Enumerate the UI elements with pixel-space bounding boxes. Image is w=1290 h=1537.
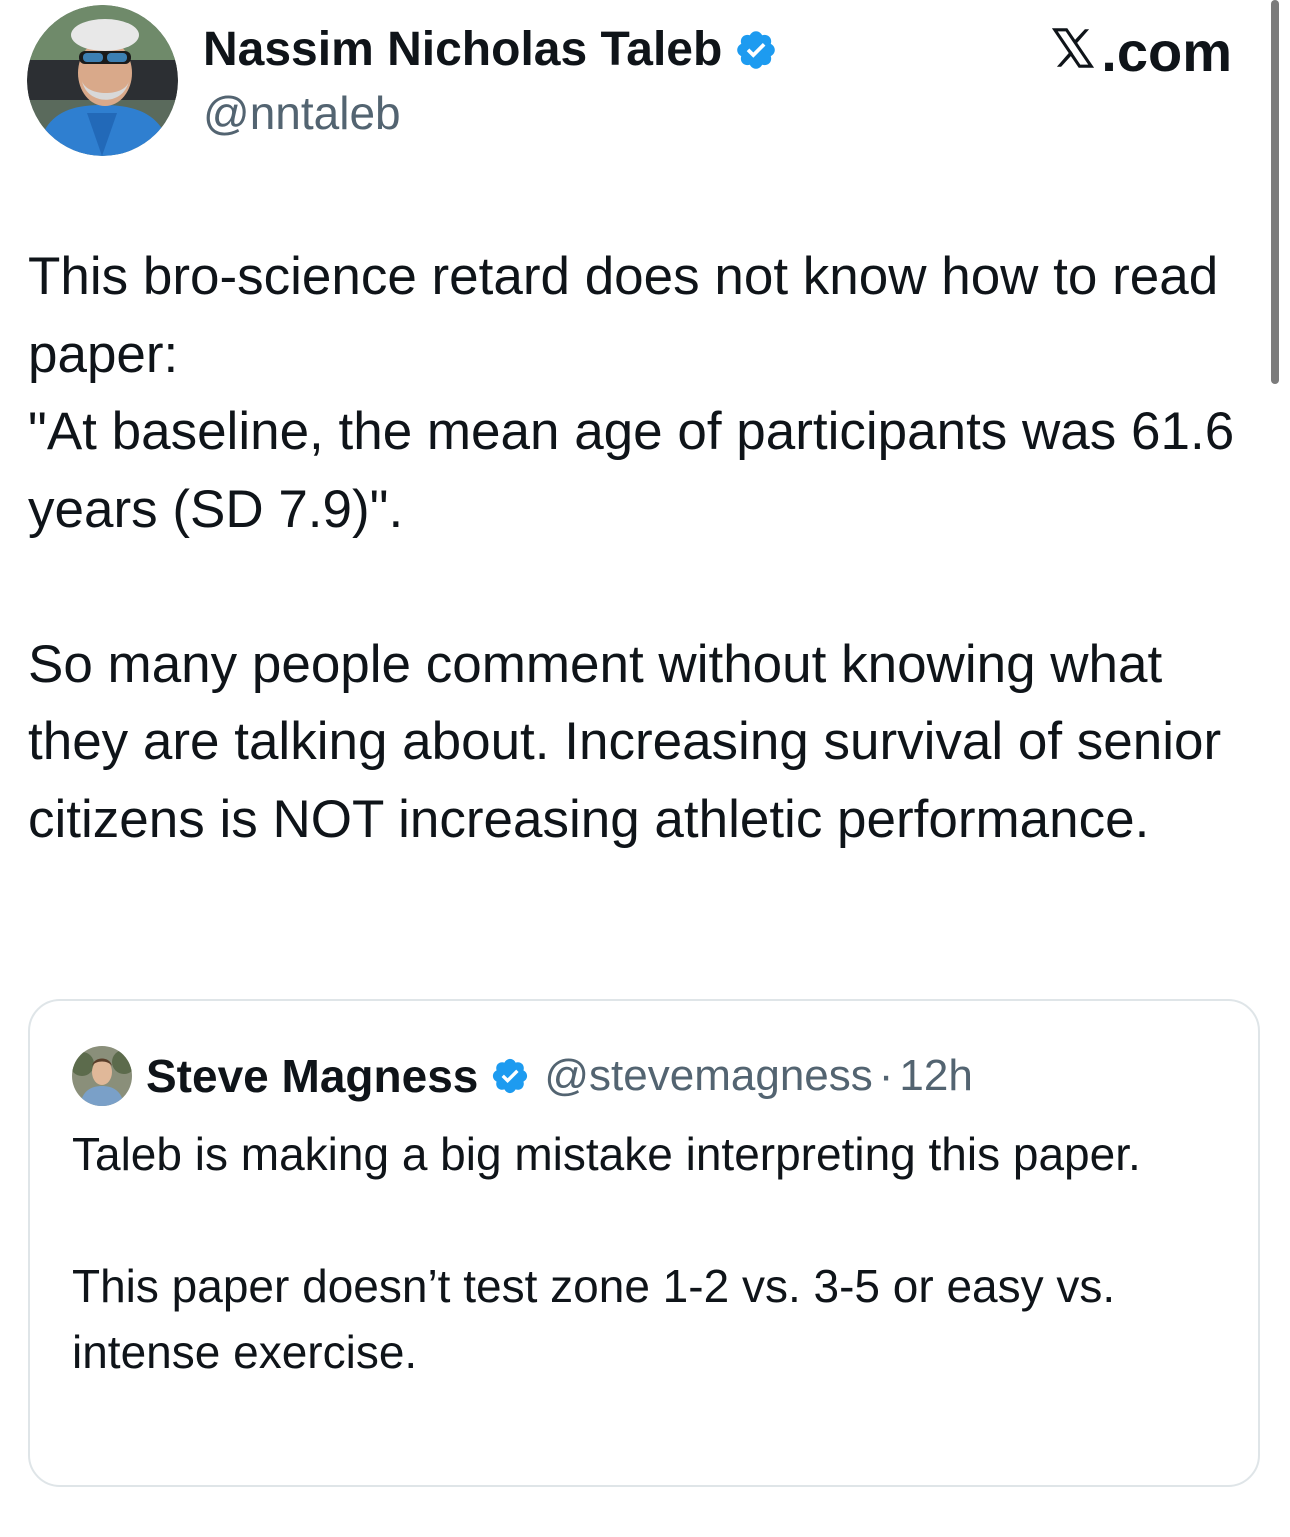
author-handle[interactable]: @nntaleb	[203, 84, 401, 142]
tweet-text: This bro-science retard does not know ho…	[28, 238, 1253, 858]
tweet-paragraph: So many people comment without knowing w…	[28, 634, 1222, 849]
quoted-tweet-paragraph: Taleb is making a big mistake interpreti…	[72, 1128, 1141, 1180]
quoted-author-handle[interactable]: @stevemagness	[544, 1047, 872, 1105]
site-logo: .com	[1049, 20, 1232, 84]
author-name-row: Nassim Nicholas Taleb	[203, 20, 778, 80]
tweet-quote-line: "At baseline, the mean age of participan…	[28, 402, 1235, 539]
quoted-tweet-text: Taleb is making a big mistake interpreti…	[72, 1121, 1222, 1385]
verified-badge-icon	[493, 1058, 528, 1094]
quoted-tweet-paragraph: This paper doesn’t test zone 1-2 vs. 3-5…	[72, 1260, 1116, 1378]
x-logo-icon	[1052, 28, 1095, 68]
author-name[interactable]: Nassim Nicholas Taleb	[203, 20, 722, 80]
tweet-paragraph: This bro-science retard does not know ho…	[28, 247, 1219, 384]
quoted-tweet-card[interactable]: Steve Magness @stevemagness · 12h Taleb …	[28, 999, 1260, 1487]
quoted-tweet-timestamp[interactable]: 12h	[899, 1047, 972, 1105]
separator-dot: ·	[878, 1051, 894, 1100]
author-avatar[interactable]	[27, 5, 178, 156]
quoted-author-name[interactable]: Steve Magness	[146, 1047, 478, 1105]
quoted-author-avatar	[72, 1046, 132, 1106]
site-domain: .com	[1101, 20, 1232, 83]
verified-badge-icon	[737, 31, 776, 69]
quoted-tweet-header: Steve Magness @stevemagness · 12h	[72, 1041, 973, 1111]
scrollbar[interactable]	[1271, 0, 1279, 384]
